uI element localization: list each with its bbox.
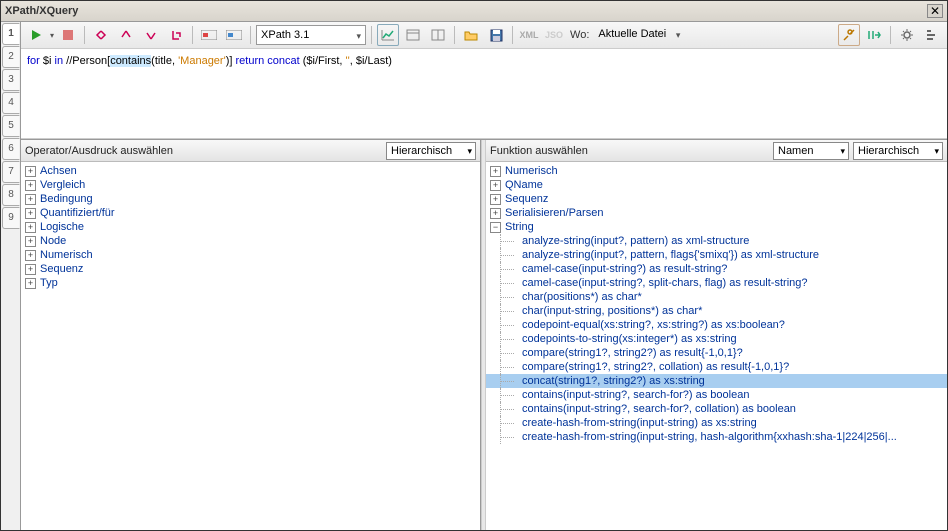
expand-icon[interactable]: +: [25, 208, 36, 219]
operator-cat[interactable]: +Typ: [21, 276, 480, 290]
function-cat[interactable]: +Serialisieren/Parsen: [486, 206, 947, 220]
operator-cat[interactable]: +Bedingung: [21, 192, 480, 206]
operator-panel-title: Operator/Ausdruck auswählen: [25, 145, 382, 157]
function-cat[interactable]: −String: [486, 220, 947, 234]
version-combo[interactable]: XPath 3.1: [256, 25, 366, 45]
function-item[interactable]: create-hash-from-string(input-string, ha…: [486, 430, 947, 444]
function-item[interactable]: camel-case(input-string?, split-chars, f…: [486, 276, 947, 290]
tab-3[interactable]: 3: [2, 69, 20, 91]
box-blue-icon[interactable]: [223, 24, 245, 46]
vertical-tabs: 123456789: [1, 22, 21, 530]
eq-icon[interactable]: [921, 24, 943, 46]
function-cat[interactable]: +QName: [486, 178, 947, 192]
tab-7[interactable]: 7: [2, 161, 20, 183]
layout1-icon[interactable]: [402, 24, 424, 46]
function-item[interactable]: analyze-string(input?, pattern, flags{'s…: [486, 248, 947, 262]
expand-icon[interactable]: +: [25, 166, 36, 177]
function-item[interactable]: codepoints-to-string(xs:integer*) as xs:…: [486, 332, 947, 346]
code-editor[interactable]: for $i in //Person[contains(title, 'Mana…: [21, 49, 947, 139]
function-item[interactable]: contains(input-string?, search-for?) as …: [486, 388, 947, 402]
function-cat[interactable]: +Sequenz: [486, 192, 947, 206]
tools-icon[interactable]: [838, 24, 860, 46]
expand-icon[interactable]: +: [490, 208, 501, 219]
stop-button[interactable]: [57, 24, 79, 46]
function-panel-title: Funktion auswählen: [490, 145, 769, 157]
jso-icon[interactable]: JSO: [543, 24, 565, 46]
expand-icon[interactable]: +: [25, 236, 36, 247]
nav-prev-icon[interactable]: [90, 24, 112, 46]
function-item[interactable]: contains(input-string?, search-for?, col…: [486, 402, 947, 416]
nav-up-icon[interactable]: [115, 24, 137, 46]
save-icon[interactable]: [485, 24, 507, 46]
function-item[interactable]: char(input-string, positions*) as char*: [486, 304, 947, 318]
titlebar: XPath/XQuery ✕: [1, 1, 947, 22]
operator-cat[interactable]: +Logische: [21, 220, 480, 234]
tab-9[interactable]: 9: [2, 207, 20, 229]
run-button[interactable]: [25, 24, 47, 46]
expand-icon[interactable]: +: [490, 180, 501, 191]
toolbar: ▾ XPath 3.1 XML JSO Wo: Aktuelle Datei: [21, 22, 947, 49]
xml-icon[interactable]: XML: [518, 24, 540, 46]
function-tree[interactable]: +Numerisch+QName+Sequenz+Serialisieren/P…: [486, 162, 947, 530]
step-icon[interactable]: [863, 24, 885, 46]
expand-icon[interactable]: +: [25, 222, 36, 233]
operator-cat[interactable]: +Numerisch: [21, 248, 480, 262]
function-item[interactable]: compare(string1?, string2?, collation) a…: [486, 360, 947, 374]
tab-2[interactable]: 2: [2, 46, 20, 68]
function-item[interactable]: concat(string1?, string2?) as xs:string: [486, 374, 947, 388]
operator-cat[interactable]: +Sequenz: [21, 262, 480, 276]
expand-icon[interactable]: −: [490, 222, 501, 233]
tab-8[interactable]: 8: [2, 184, 20, 206]
expand-icon[interactable]: +: [490, 166, 501, 177]
wo-label: Wo:: [568, 29, 591, 41]
operator-cat[interactable]: +Quantifiziert/für: [21, 206, 480, 220]
function-sort-combo[interactable]: Namen: [773, 142, 849, 160]
expand-icon[interactable]: +: [25, 278, 36, 289]
tab-4[interactable]: 4: [2, 92, 20, 114]
tab-1[interactable]: 1: [2, 23, 20, 45]
operator-tree[interactable]: +Achsen+Vergleich+Bedingung+Quantifizier…: [21, 162, 480, 530]
expand-icon[interactable]: +: [490, 194, 501, 205]
function-mode-combo[interactable]: Hierarchisch: [853, 142, 943, 160]
close-button[interactable]: ✕: [927, 4, 943, 18]
expand-icon[interactable]: +: [25, 194, 36, 205]
function-item[interactable]: codepoint-equal(xs:string?, xs:string?) …: [486, 318, 947, 332]
operator-panel: Operator/Ausdruck auswählen Hierarchisch…: [21, 140, 481, 530]
operator-cat[interactable]: +Node: [21, 234, 480, 248]
operator-cat[interactable]: +Vergleich: [21, 178, 480, 192]
nav-down-icon[interactable]: [140, 24, 162, 46]
function-item[interactable]: char(positions*) as char*: [486, 290, 947, 304]
function-item[interactable]: compare(string1?, string2?) as result{-1…: [486, 346, 947, 360]
function-item[interactable]: analyze-string(input?, pattern) as xml-s…: [486, 234, 947, 248]
layout2-icon[interactable]: [427, 24, 449, 46]
nav-export-icon[interactable]: [165, 24, 187, 46]
chart-icon[interactable]: [377, 24, 399, 46]
function-panel: Funktion auswählen Namen Hierarchisch +N…: [486, 140, 947, 530]
tab-5[interactable]: 5: [2, 115, 20, 137]
expand-icon[interactable]: +: [25, 250, 36, 261]
gear-icon[interactable]: [896, 24, 918, 46]
box-red-icon[interactable]: [198, 24, 220, 46]
operator-mode-combo[interactable]: Hierarchisch: [386, 142, 476, 160]
tab-6[interactable]: 6: [2, 138, 20, 160]
function-cat[interactable]: +Numerisch: [486, 164, 947, 178]
expand-icon[interactable]: +: [25, 180, 36, 191]
window-title: XPath/XQuery: [5, 5, 927, 17]
wo-combo[interactable]: Aktuelle Datei: [594, 25, 684, 45]
folder-icon[interactable]: [460, 24, 482, 46]
function-item[interactable]: create-hash-from-string(input-string) as…: [486, 416, 947, 430]
expand-icon[interactable]: +: [25, 264, 36, 275]
operator-cat[interactable]: +Achsen: [21, 164, 480, 178]
function-item[interactable]: camel-case(input-string?) as result-stri…: [486, 262, 947, 276]
